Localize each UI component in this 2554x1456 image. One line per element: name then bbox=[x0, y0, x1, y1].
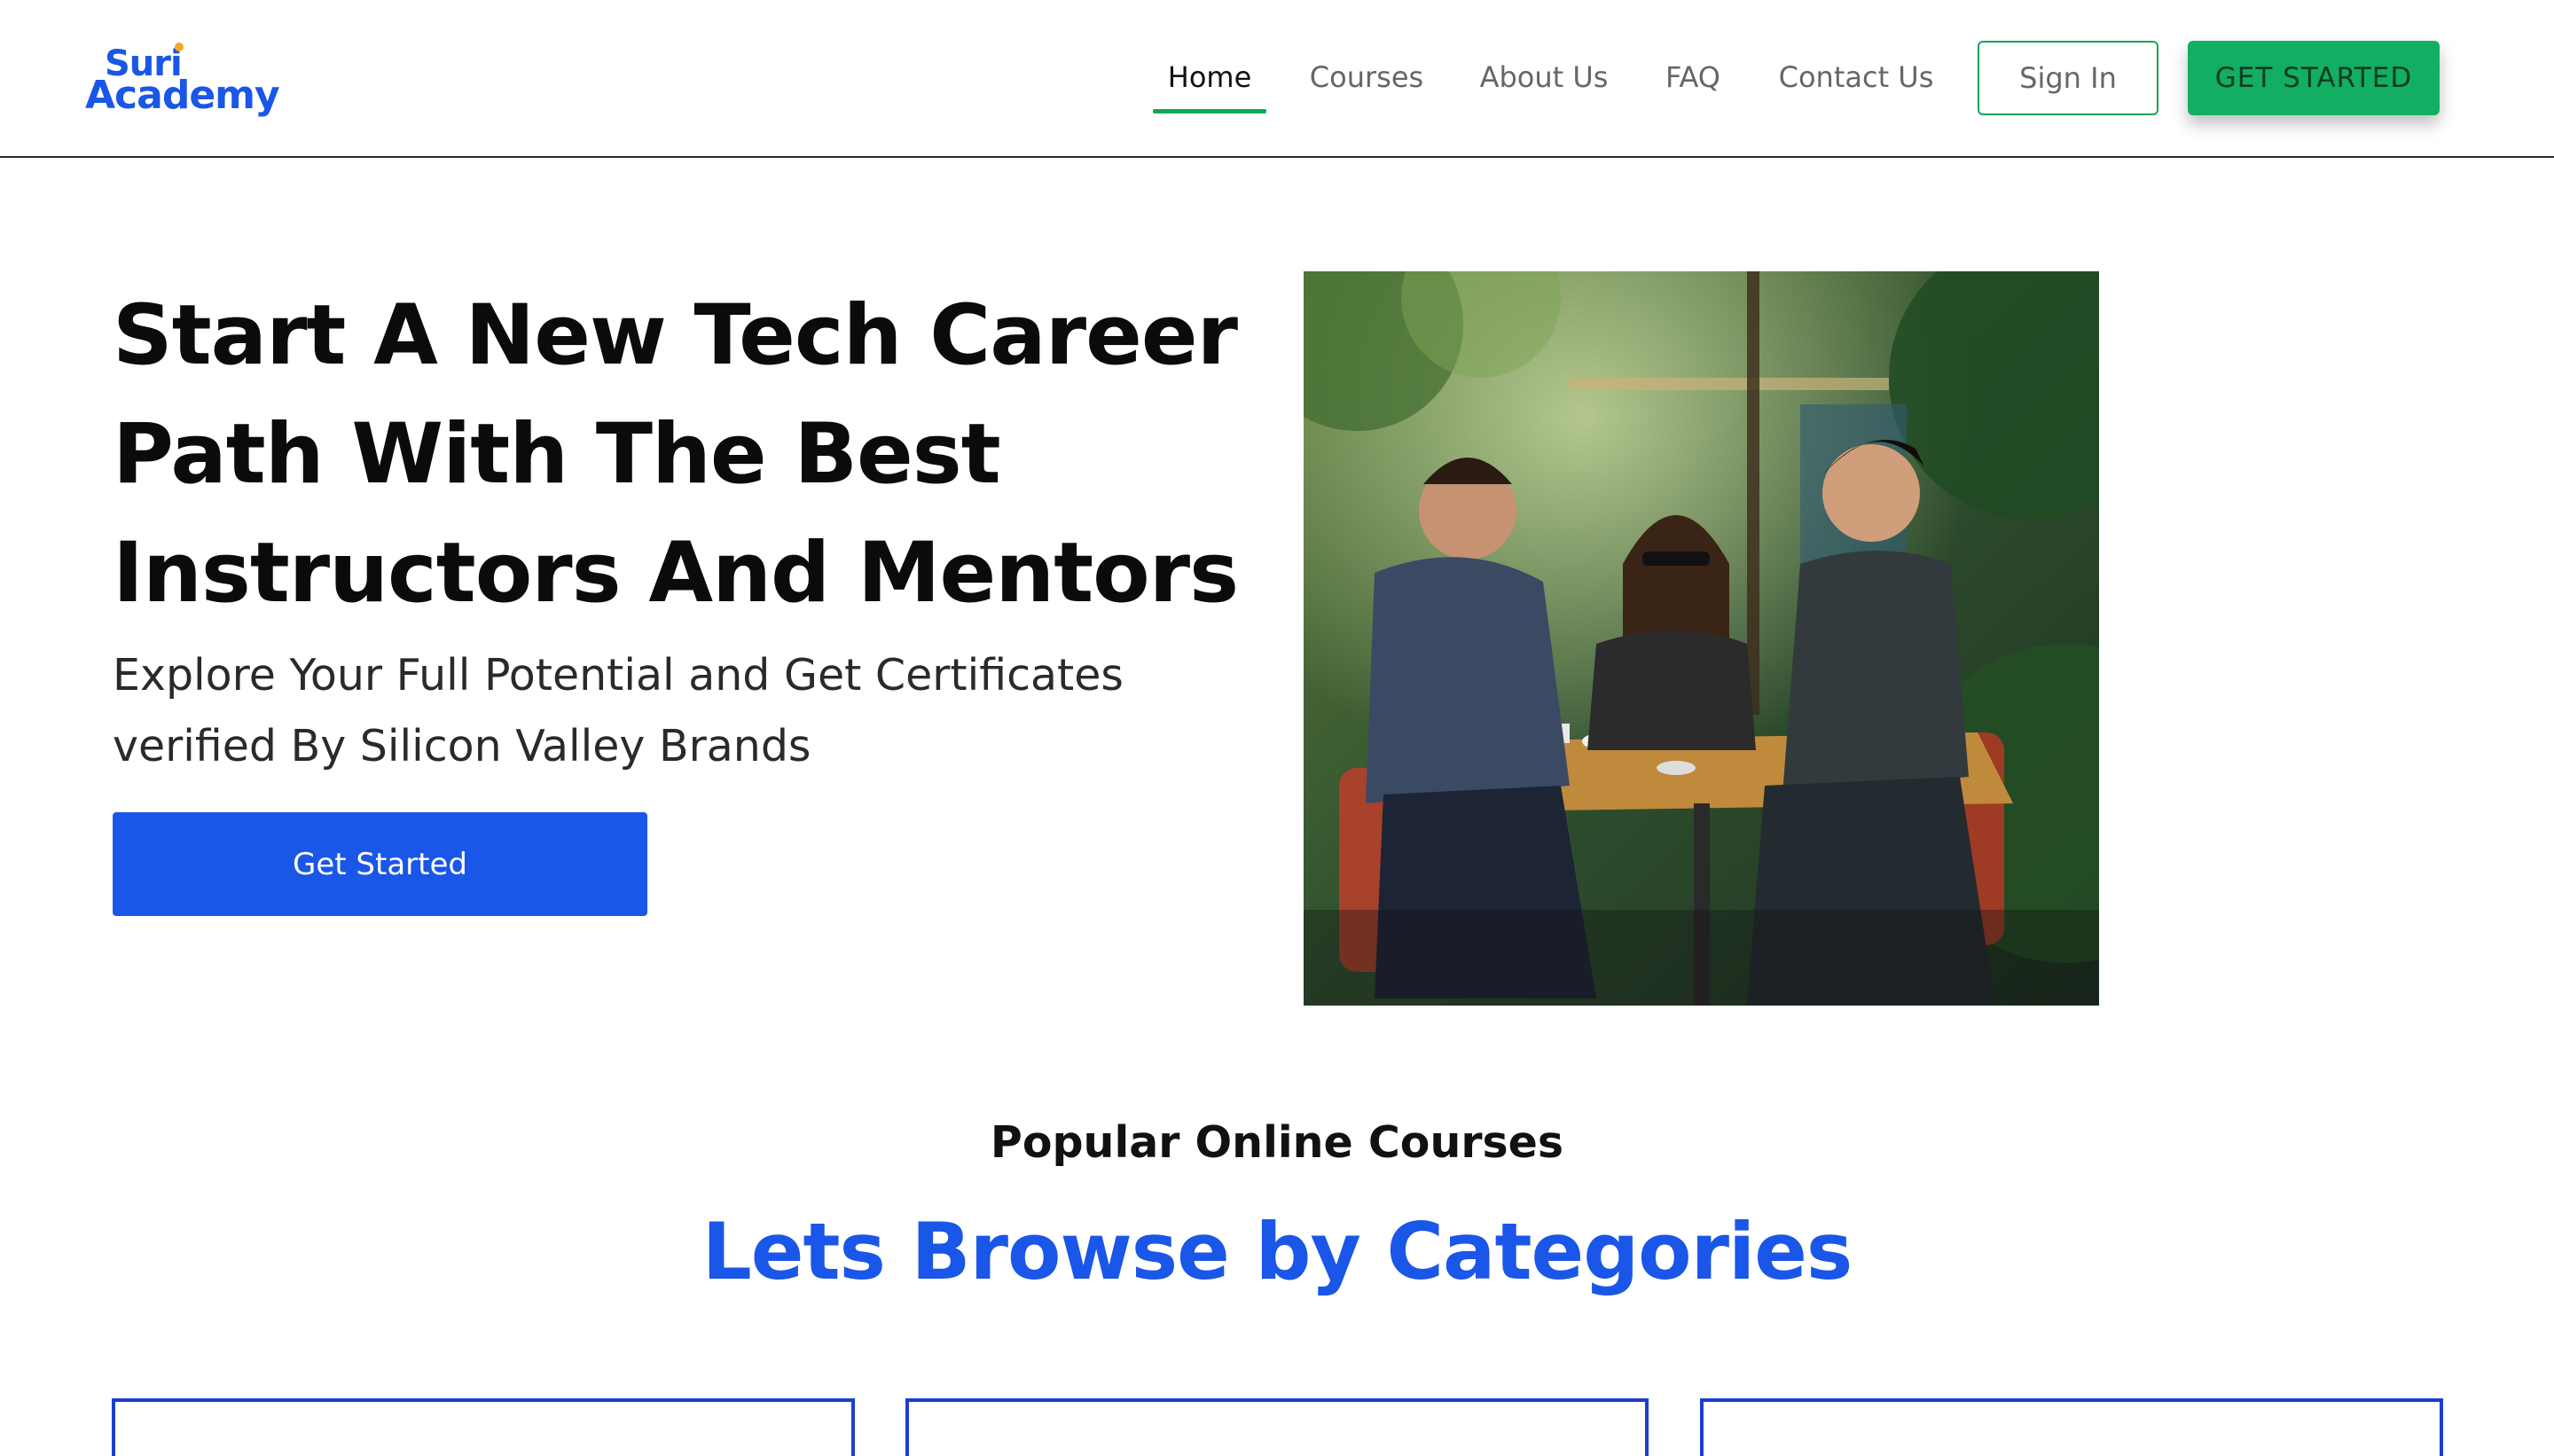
hero-get-started-button[interactable]: Get Started bbox=[113, 812, 647, 916]
logo-dot bbox=[175, 43, 184, 51]
nav-faq[interactable]: FAQ bbox=[1655, 51, 1731, 114]
categories-title: Lets Browse by Categories bbox=[701, 1206, 1853, 1297]
sign-in-button[interactable]: Sign In bbox=[1978, 41, 2158, 115]
hero-title-line: Path With The Best bbox=[113, 406, 1001, 503]
categories-kicker: Popular Online Courses bbox=[990, 1117, 1564, 1168]
hero-subtitle-line: verified By Silicon Valley Brands bbox=[113, 721, 811, 771]
hero-title: Start A New Tech Career Path With The Be… bbox=[113, 277, 1248, 633]
hero-image-students-at-cafe bbox=[1304, 271, 2099, 1006]
category-card[interactable] bbox=[1700, 1398, 2443, 1456]
hero-title-line: Instructors And Mentors bbox=[113, 525, 1239, 622]
nav-home[interactable]: Home bbox=[1153, 51, 1266, 114]
suri-academy-logo[interactable]: Suri Academy bbox=[85, 43, 280, 121]
hero-title-line: Start A New Tech Career bbox=[113, 287, 1238, 384]
category-card[interactable] bbox=[905, 1398, 1649, 1456]
nav-about-us[interactable]: About Us bbox=[1472, 51, 1616, 114]
nav-courses[interactable]: Courses bbox=[1300, 51, 1433, 114]
header-get-started-button[interactable]: GET STARTED bbox=[2188, 41, 2440, 115]
nav-contact-us[interactable]: Contact Us bbox=[1770, 51, 1942, 114]
category-card[interactable] bbox=[112, 1398, 855, 1456]
site-header: Suri Academy Home Courses About Us FAQ C… bbox=[0, 0, 2554, 158]
hero-subtitle: Explore Your Full Potential and Get Cert… bbox=[113, 640, 1230, 782]
hero-photo-illustration bbox=[1304, 271, 2099, 1006]
hero-subtitle-line: Explore Your Full Potential and Get Cert… bbox=[113, 650, 1124, 701]
logo-line-2: Academy bbox=[85, 73, 280, 118]
